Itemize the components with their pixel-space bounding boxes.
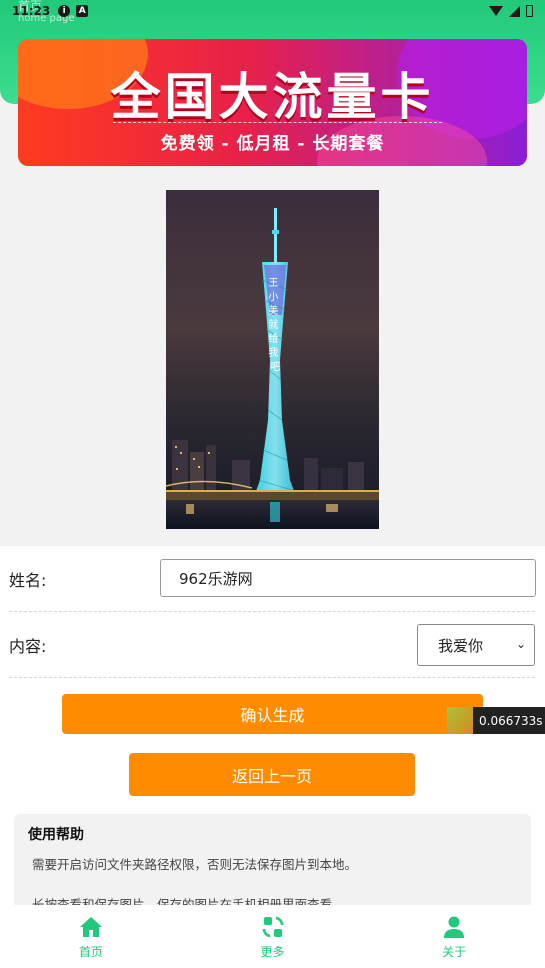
tab-about-label: 关于 <box>442 945 467 959</box>
info-icon: i <box>58 5 71 17</box>
tab-more[interactable]: 更多 <box>182 905 364 968</box>
tab-home[interactable]: 首页 <box>0 905 182 968</box>
banner-divider <box>113 122 442 124</box>
timer-logo-icon <box>447 707 473 734</box>
status-time: 11:23 <box>12 4 51 18</box>
render-timer-badge: 0.066733s <box>447 707 545 734</box>
tab-about[interactable]: 关于 <box>363 905 545 968</box>
tab-more-label: 更多 <box>260 945 285 959</box>
name-input[interactable]: 962乐游网 <box>160 559 536 597</box>
name-label: 姓名: <box>9 570 47 590</box>
status-bar: 11:23 i A <box>0 0 545 22</box>
bottom-tab-bar: 首页 更多 关于 <box>0 905 545 968</box>
more-icon <box>262 916 283 938</box>
name-row: 姓名: 962乐游网 <box>9 546 536 612</box>
generated-image[interactable]: 王 小 美 就 给 我 吧 <box>166 190 379 529</box>
tower-photo-illustration: 王 小 美 就 给 我 吧 <box>166 208 379 529</box>
timer-value: 0.066733s <box>479 713 543 728</box>
notification-icon: A <box>76 5 89 17</box>
user-icon <box>444 916 465 938</box>
status-indicators <box>489 5 533 17</box>
help-title: 使用帮助 <box>28 827 84 843</box>
signal-icon <box>509 5 520 17</box>
content-row: 内容: 我爱你 ⌄ <box>9 612 535 678</box>
tab-home-label: 首页 <box>78 945 103 959</box>
banner-subtitle: 免费领 - 低月租 - 长期套餐 <box>160 134 385 154</box>
battery-icon <box>526 5 533 17</box>
help-line: 需要开启访问文件夹路径权限，否则无法保存图片到本地。 <box>32 857 358 872</box>
banner-title: 全国大流量卡 <box>110 68 435 126</box>
confirm-generate-button[interactable]: 确认生成 <box>62 694 483 734</box>
app-screen: 首页 home page 11:23 i A 全国大流量卡 免费领 - 低月租 … <box>0 0 545 968</box>
home-icon <box>79 917 102 937</box>
content-select[interactable]: 我爱你 ⌄ <box>417 624 535 666</box>
promo-banner[interactable]: 全国大流量卡 免费领 - 低月租 - 长期套餐 <box>18 39 527 166</box>
content-label: 内容: <box>9 636 47 656</box>
tower-text: 王 小 美 就 给 我 吧 <box>268 278 281 373</box>
back-button[interactable]: 返回上一页 <box>129 753 415 796</box>
name-input-value: 962乐游网 <box>179 569 253 588</box>
back-button-label: 返回上一页 <box>231 766 312 786</box>
wifi-icon <box>489 6 503 16</box>
content-select-value: 我爱你 <box>438 636 484 655</box>
confirm-button-label: 确认生成 <box>240 706 305 725</box>
chevron-down-icon: ⌄ <box>515 637 526 651</box>
help-box: 使用帮助 需要开启访问文件夹路径权限，否则无法保存图片到本地。 长按查看和保存图… <box>14 814 531 914</box>
